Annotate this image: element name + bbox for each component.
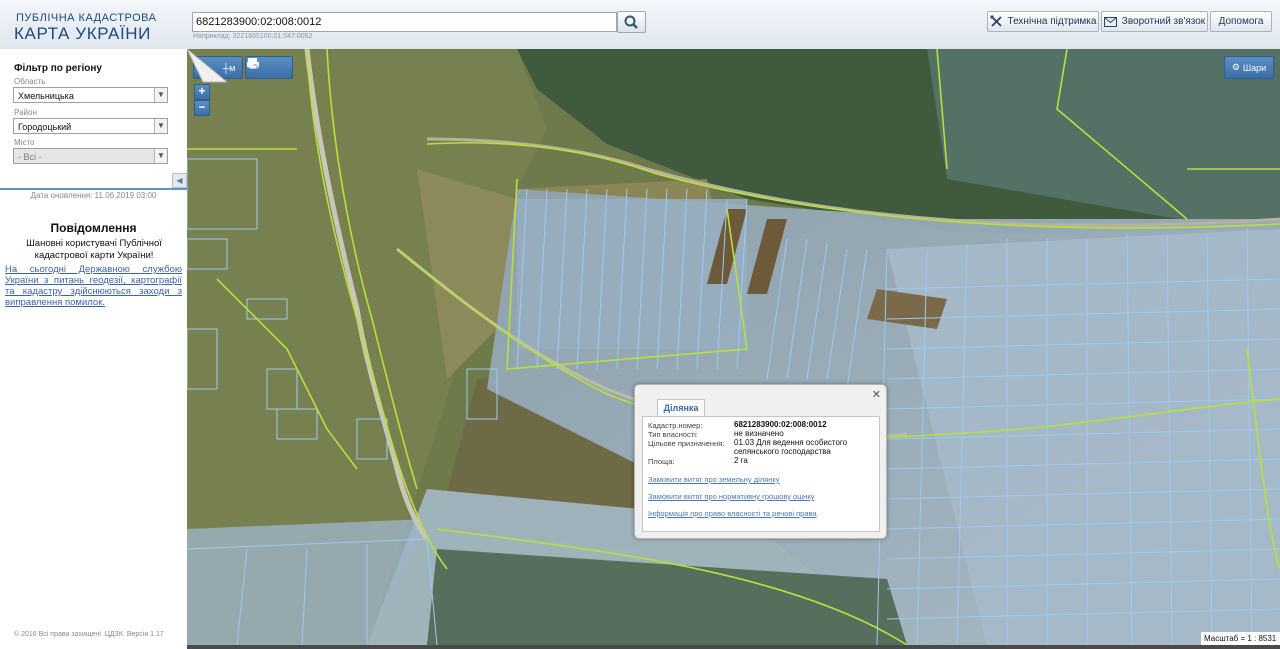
search-icon (624, 15, 638, 29)
zoom-in-button[interactable]: + (194, 84, 210, 100)
popup-pointer (187, 49, 227, 83)
purpose-value: 01.03 Для ведення особистого селянського… (734, 438, 848, 456)
map-view[interactable]: |м ┼м ? + − ⚙ Шари ✕ Ділянка Кадастр.ном… (187, 49, 1280, 645)
notice-text: Шановні користувачі Публічної кадастрово… (26, 238, 162, 261)
notice-link[interactable]: На сьогодні Державною службою України з … (5, 264, 182, 308)
tab-parcel[interactable]: Ділянка (657, 399, 705, 417)
help-button[interactable]: Допомога (1210, 11, 1272, 32)
ownership-type-label: Тип власності: (648, 430, 698, 439)
parcel-info-popup: ✕ Ділянка Кадастр.номер: 6821283900:02:0… (634, 384, 887, 539)
logo-main-text[interactable]: КАРТА УКРАЇНИ (14, 24, 151, 44)
region-select-value: Хмельницька (18, 91, 74, 101)
ownership-info-link[interactable]: Інформація про право власності та речові… (648, 509, 817, 518)
search-button[interactable] (617, 11, 646, 33)
region-select[interactable]: Хмельницька ▼ (13, 87, 168, 103)
header: ПУБЛІЧНА КАДАСТРОВА КАРТА УКРАЇНИ Наприк… (0, 0, 1280, 50)
notice-title: Повідомлення (50, 221, 137, 235)
purpose-label: Цільове призначення: (648, 439, 725, 448)
layers-button[interactable]: ⚙ Шари (1224, 56, 1274, 79)
support-button[interactable]: Технічна підтримка (987, 11, 1099, 32)
city-select[interactable]: - Всі - ▼ (13, 148, 168, 164)
svg-text:?: ? (256, 65, 260, 70)
tools-icon (990, 15, 1002, 27)
city-label: Місто (14, 138, 35, 147)
chevron-down-icon: ▼ (154, 149, 167, 163)
district-label: Район (14, 108, 37, 117)
search-hint: Наприклад: 3221655100:01:047:0052 (193, 33, 313, 40)
region-label: Область (14, 77, 46, 86)
feedback-button-label: Зворотний зв'язок (1121, 16, 1206, 27)
ownership-type-value: не визначено (734, 429, 784, 438)
close-icon[interactable]: ✕ (872, 388, 881, 401)
cadastral-number-value: 6821283900:02:008:0012 (734, 420, 827, 429)
logo-top-text: ПУБЛІЧНА КАДАСТРОВА (16, 12, 157, 24)
area-value: 2 га (734, 456, 748, 465)
support-button-label: Технічна підтримка (1007, 16, 1097, 27)
map-scale: Масштаб = 1 : 8531 (1201, 632, 1280, 645)
city-select-value: - Всі - (18, 152, 42, 162)
search-input[interactable] (192, 12, 617, 32)
bottom-bar (187, 645, 1280, 649)
cadastral-number-label: Кадастр.номер: (648, 421, 703, 430)
panel-divider (0, 188, 187, 190)
collapse-panel-button[interactable]: ◀ (172, 173, 187, 188)
zoom-out-button[interactable]: − (194, 100, 210, 116)
chevron-down-icon: ▼ (154, 119, 167, 133)
layers-button-label: Шари (1242, 62, 1267, 73)
update-date: Дата оновлення: 11.06.2019 03:00 (30, 191, 157, 200)
popup-body: Кадастр.номер: 6821283900:02:008:0012 Ти… (642, 416, 880, 532)
order-parcel-extract-link[interactable]: Замовити витяг про земельну ділянку (648, 475, 780, 484)
help-button-label: Допомога (1218, 16, 1264, 27)
info-cursor-icon[interactable]: ? (246, 57, 260, 70)
print-info-toolbar: ? (245, 56, 293, 79)
district-select-value: Городоцький (18, 122, 72, 132)
gear-icon: ⚙ (1231, 62, 1240, 72)
order-valuation-extract-link[interactable]: Замовити витяг про нормативну грошову оц… (648, 492, 814, 501)
map-imagery (187, 49, 1280, 645)
region-filter-panel: Фільтр по регіону Область Хмельницька ▼ … (0, 49, 187, 188)
filter-title: Фільтр по регіону (14, 63, 102, 74)
area-label: Площа: (648, 457, 675, 466)
feedback-button[interactable]: Зворотний зв'язок (1101, 11, 1208, 32)
chevron-down-icon: ▼ (154, 88, 167, 102)
sidebar: Фільтр по регіону Область Хмельницька ▼ … (0, 49, 187, 649)
district-select[interactable]: Городоцький ▼ (13, 118, 168, 134)
copyright: © 2016 Всі права захищені. ЦДЗК. Версія … (14, 631, 164, 638)
envelope-icon (1103, 16, 1117, 27)
